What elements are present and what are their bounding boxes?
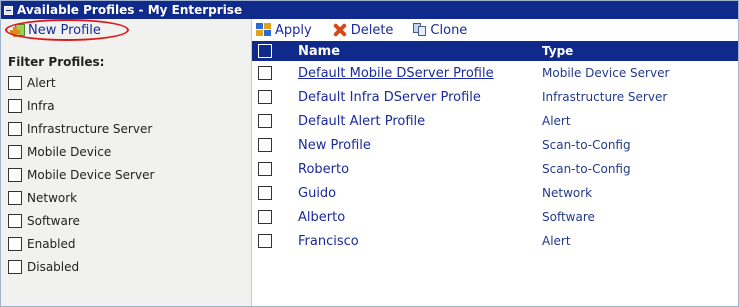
profile-name-link[interactable]: Default Mobile DServer Profile (298, 66, 494, 81)
filter-label: Network (27, 190, 78, 205)
row-checkbox[interactable] (258, 162, 272, 176)
filter-label: Software (27, 213, 80, 228)
select-all-checkbox[interactable] (258, 44, 272, 58)
profile-name-link[interactable]: Francisco (298, 234, 359, 249)
delete-label: Delete (350, 22, 394, 38)
panel-body: New Profile Filter Profiles: Alert Infra… (1, 18, 738, 306)
profile-name-link[interactable]: Guido (298, 186, 336, 201)
left-toolbar: New Profile (1, 18, 251, 41)
apply-label: Apply (275, 22, 312, 38)
filter-checkbox[interactable] (8, 144, 22, 159)
new-profile-label: New Profile (28, 22, 101, 38)
profiles-table: Name Type Default Mobile DServer Profile… (252, 41, 738, 253)
filter-label: Enabled (27, 236, 76, 251)
collapse-icon[interactable] (4, 5, 13, 15)
filter-checkbox[interactable] (8, 75, 22, 90)
row-checkbox[interactable] (258, 234, 272, 248)
filter-item-infra[interactable]: Infra (8, 94, 251, 117)
row-checkbox[interactable] (258, 138, 272, 152)
filter-item-alert[interactable]: Alert (8, 71, 251, 94)
filter-heading: Filter Profiles: (8, 55, 105, 69)
profile-type: Mobile Device Server (542, 66, 670, 80)
filter-checkbox[interactable] (8, 121, 22, 136)
filter-item-mobile-device-server[interactable]: Mobile Device Server (8, 163, 251, 186)
profile-type: Network (542, 186, 593, 200)
filter-checkbox[interactable] (8, 236, 22, 251)
filter-label: Disabled (27, 259, 80, 274)
column-header-name[interactable]: Name (298, 41, 542, 61)
row-checkbox[interactable] (258, 114, 272, 128)
delete-icon (332, 23, 348, 37)
column-header-type[interactable]: Type (542, 41, 738, 61)
filter-checkbox[interactable] (8, 213, 22, 228)
table-row: Francisco Alert (252, 229, 738, 253)
table-row: Alberto Software (252, 205, 738, 229)
profiles-panel: Available Profiles - My Enterprise New P… (0, 0, 739, 307)
filter-label: Infra (27, 98, 55, 113)
profiles-content: Apply Delete Clone Name Type Default Mob… (252, 19, 738, 306)
apply-button[interactable]: Apply (256, 23, 312, 38)
profile-type: Alert (542, 114, 571, 128)
filter-list: Alert Infra Infrastructure Server Mobile… (8, 71, 251, 278)
table-row: Guido Network (252, 181, 738, 205)
clone-icon (413, 23, 427, 37)
profile-type: Alert (542, 234, 571, 248)
filter-checkbox[interactable] (8, 190, 22, 205)
row-checkbox[interactable] (258, 186, 272, 200)
row-checkbox[interactable] (258, 210, 272, 224)
table-row: Roberto Scan-to-Config (252, 157, 738, 181)
row-checkbox[interactable] (258, 66, 272, 80)
profile-name-link[interactable]: New Profile (298, 138, 371, 153)
profile-name-link[interactable]: Default Alert Profile (298, 114, 425, 129)
row-checkbox[interactable] (258, 90, 272, 104)
filter-label: Mobile Device Server (27, 167, 155, 182)
table-header-row: Name Type (252, 41, 738, 61)
filter-checkbox[interactable] (8, 259, 22, 274)
filter-item-software[interactable]: Software (8, 209, 251, 232)
filter-item-enabled[interactable]: Enabled (8, 232, 251, 255)
table-row: Default Alert Profile Alert (252, 109, 738, 133)
filter-label: Alert (27, 75, 56, 90)
profiles-toolbar: Apply Delete Clone (252, 19, 738, 41)
clone-label: Clone (430, 22, 468, 38)
filter-checkbox[interactable] (8, 167, 22, 182)
profile-type: Software (542, 210, 595, 224)
profile-type: Infrastructure Server (542, 90, 668, 104)
profile-name-link[interactable]: Alberto (298, 210, 345, 225)
table-row: Default Infra DServer Profile Infrastruc… (252, 85, 738, 109)
delete-button[interactable]: Delete (332, 23, 394, 38)
table-row: Default Mobile DServer Profile Mobile De… (252, 61, 738, 85)
window-title: Available Profiles - My Enterprise (17, 3, 243, 17)
profile-type: Scan-to-Config (542, 162, 631, 176)
filter-item-mobile-device[interactable]: Mobile Device (8, 140, 251, 163)
filter-sidebar: New Profile Filter Profiles: Alert Infra… (1, 18, 252, 306)
filter-item-network[interactable]: Network (8, 186, 251, 209)
title-bar: Available Profiles - My Enterprise (1, 1, 738, 19)
profile-type: Scan-to-Config (542, 138, 631, 152)
table-row: New Profile Scan-to-Config (252, 133, 738, 157)
filter-item-infrastructure-server[interactable]: Infrastructure Server (8, 117, 251, 140)
select-all-cell (252, 41, 298, 61)
add-profile-icon (10, 23, 25, 37)
filter-checkbox[interactable] (8, 98, 22, 113)
filter-label: Mobile Device (27, 144, 112, 159)
filter-label: Infrastructure Server (27, 121, 153, 136)
filter-item-disabled[interactable]: Disabled (8, 255, 251, 278)
clone-button[interactable]: Clone (413, 23, 467, 38)
new-profile-button[interactable]: New Profile (5, 18, 129, 41)
profile-name-link[interactable]: Roberto (298, 162, 349, 177)
profile-name-link[interactable]: Default Infra DServer Profile (298, 90, 481, 105)
apply-icon (256, 23, 272, 37)
